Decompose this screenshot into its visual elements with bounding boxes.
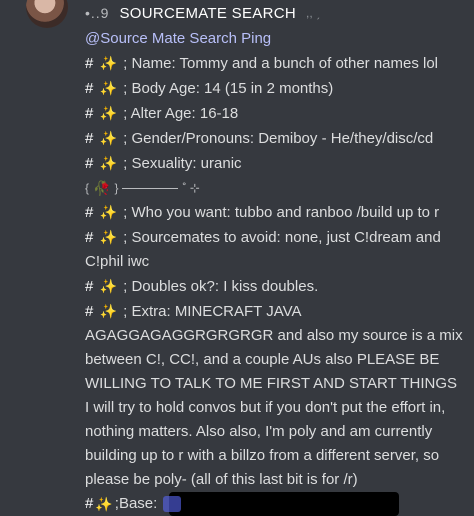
message-content: @Source Mate Search Ping # ✨ ; Name: Tom… [85,27,465,516]
hash-symbol: # [85,303,94,320]
base-text: Base: [118,495,158,512]
hash-symbol: # [85,105,94,122]
hash-symbol: # [85,204,94,221]
doubles-text: Doubles ok?: I kiss doubles. [131,278,319,295]
hash-symbol: # [85,278,94,295]
separator: ; [123,204,128,221]
message-title: SOURCEMATE SEARCH [119,4,296,22]
separator: ; [123,155,128,172]
line-body-age: # ✨ ; Body Age: 14 (15 in 2 months) [85,76,465,101]
sparkle-icon: ✨ [95,496,113,512]
line-extra: # ✨ ; Extra: MINECRAFT JAVA AGAGGAGAGGRG… [85,299,465,492]
decorative-divider: { 🥀 } ˚ ⊹ [85,176,465,200]
separator: ; [123,229,128,246]
extra-text: Extra: MINECRAFT JAVA AGAGGAGAGGRGRGRGR … [85,303,463,488]
divider-right: } [114,181,119,195]
separator: ; [123,80,128,97]
name-text: Name: Tommy and a bunch of other names l… [131,55,439,72]
alter-age-text: Alter Age: 16-18 [130,105,239,122]
hash-symbol: # [85,55,94,72]
sexuality-text: Sexuality: uranic [131,155,242,172]
hash-symbol: # [85,155,94,172]
hash-symbol: # [85,80,94,97]
sparkle-icon: ✨ [99,130,117,146]
hash-symbol: # [85,229,94,246]
avoid-text: Sourcemates to avoid: none, just C!dream… [85,229,441,270]
base-link-mention[interactable] [163,496,182,512]
sparkle-icon: ✨ [99,155,117,171]
sparkle-icon: ✨ [99,303,117,319]
hash-symbol: # [85,130,94,147]
header-prefix: •..9 [85,5,110,21]
separator: ; [123,303,128,320]
line-doubles: # ✨ ; Doubles ok?: I kiss doubles. [85,274,465,299]
message-header: •..9 SOURCEMATE SEARCH ,, ˏ [85,2,320,24]
line-base: # ✨ ; Base: [85,492,465,516]
rose-icon: 🥀 [93,180,111,196]
line-name: # ✨ ; Name: Tommy and a bunch of other n… [85,51,465,76]
role-mention[interactable]: @Source Mate Search Ping [85,27,465,51]
separator: ; [123,130,128,147]
sparkle-icon: ✨ [99,105,117,121]
body-age-text: Body Age: 14 (15 in 2 months) [131,80,334,97]
separator: ; [123,278,128,295]
sparkle-icon: ✨ [99,278,117,294]
hash-symbol: # [85,495,94,512]
line-alter-age: # ✨ ; Alter Age: 16-18 [85,101,465,126]
divider-left: { [85,181,90,195]
divider-line [122,187,179,189]
avatar[interactable] [26,0,68,28]
who-text: Who you want: tubbo and ranboo /build up… [131,204,440,221]
sparkle-icon: ✨ [99,204,117,220]
redaction-bar [169,492,400,516]
separator: ; [123,105,128,122]
sparkle-icon: ✨ [99,80,117,96]
line-gender: # ✨ ; Gender/Pronouns: Demiboy - He/they… [85,126,465,151]
divider-tail: ˚ ⊹ [182,181,200,195]
line-avoid: # ✨ ; Sourcemates to avoid: none, just C… [85,225,465,274]
title-tail: ,, ˏ [305,6,320,20]
sparkle-icon: ✨ [99,229,117,245]
gender-text: Gender/Pronouns: Demiboy - He/they/disc/… [131,130,434,147]
line-sexuality: # ✨ ; Sexuality: uranic [85,151,465,176]
separator: ; [123,55,128,72]
line-who: # ✨ ; Who you want: tubbo and ranboo /bu… [85,200,465,225]
sparkle-icon: ✨ [99,55,117,71]
